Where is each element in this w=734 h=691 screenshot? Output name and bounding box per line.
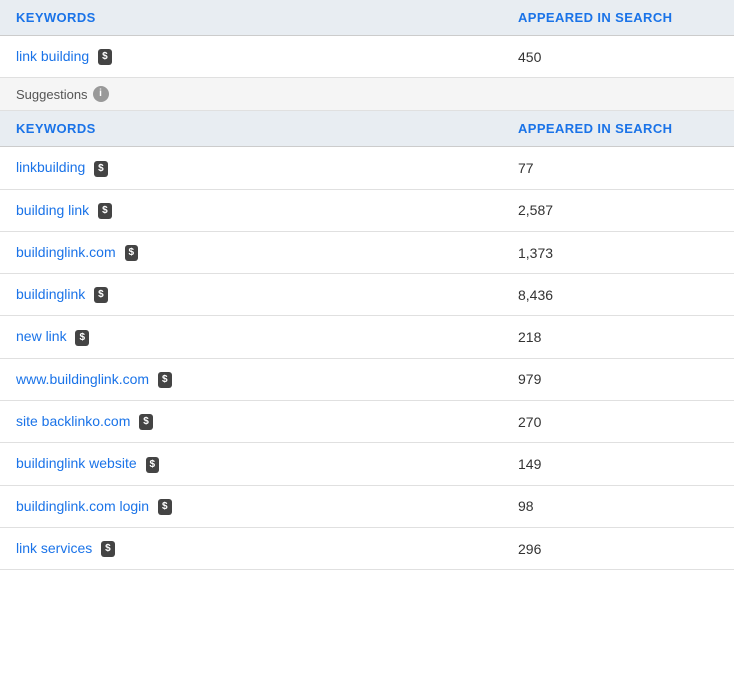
suggestions-table-header: KEYWORDS APPEARED IN SEARCH: [0, 111, 734, 147]
keyword-cell: www.buildinglink.com $: [16, 371, 518, 388]
dollar-badge: $: [125, 245, 139, 261]
keyword-link[interactable]: site backlinko.com: [16, 413, 130, 429]
dollar-badge: $: [75, 330, 89, 346]
keyword-cell: link services $: [16, 540, 518, 557]
table-row: buildinglink $ 8,436: [0, 274, 734, 316]
table-row: new link $ 218: [0, 316, 734, 358]
suggestions-row: Suggestions i: [0, 78, 734, 111]
keyword-link[interactable]: buildinglink.com: [16, 244, 116, 260]
main-rows-container: link building $ 450: [0, 36, 734, 78]
dollar-badge: $: [101, 541, 115, 557]
keyword-link[interactable]: link building: [16, 48, 89, 64]
keyword-cell: site backlinko.com $: [16, 413, 518, 430]
table-row: buildinglink.com login $ 98: [0, 486, 734, 528]
table-row: www.buildinglink.com $ 979: [0, 359, 734, 401]
dollar-badge: $: [158, 499, 172, 515]
main-table: KEYWORDS APPEARED IN SEARCH link buildin…: [0, 0, 734, 570]
appeared-cell: 149: [518, 456, 718, 472]
suggestions-appeared-header: APPEARED IN SEARCH: [518, 121, 718, 136]
keyword-cell: buildinglink.com login $: [16, 498, 518, 515]
dollar-badge: $: [94, 287, 108, 303]
dollar-badge: $: [98, 49, 112, 65]
table-row: building link $ 2,587: [0, 190, 734, 232]
info-icon[interactable]: i: [93, 86, 109, 102]
keyword-link[interactable]: link services: [16, 540, 92, 556]
keyword-link[interactable]: buildinglink.com login: [16, 498, 149, 514]
appeared-cell: 270: [518, 414, 718, 430]
table-row: link building $ 450: [0, 36, 734, 78]
keyword-link[interactable]: new link: [16, 328, 67, 344]
keyword-cell: linkbuilding $: [16, 159, 518, 176]
table-row: linkbuilding $ 77: [0, 147, 734, 189]
table-row: link services $ 296: [0, 528, 734, 570]
keyword-cell: buildinglink.com $: [16, 244, 518, 261]
appeared-cell: 296: [518, 541, 718, 557]
appeared-cell: 2,587: [518, 202, 718, 218]
appeared-cell: 218: [518, 329, 718, 345]
dollar-badge: $: [158, 372, 172, 388]
dollar-badge: $: [94, 161, 108, 177]
keyword-cell: link building $: [16, 48, 518, 65]
main-keywords-header: KEYWORDS: [16, 10, 518, 25]
suggestions-label: Suggestions: [16, 87, 88, 102]
keyword-link[interactable]: www.buildinglink.com: [16, 371, 149, 387]
keyword-cell: new link $: [16, 328, 518, 345]
appeared-cell: 1,373: [518, 245, 718, 261]
appeared-cell: 98: [518, 498, 718, 514]
suggestions-keywords-header: KEYWORDS: [16, 121, 518, 136]
keyword-cell: buildinglink website $: [16, 455, 518, 472]
keyword-link[interactable]: buildinglink website: [16, 455, 137, 471]
keyword-link[interactable]: building link: [16, 202, 89, 218]
table-row: site backlinko.com $ 270: [0, 401, 734, 443]
main-table-header: KEYWORDS APPEARED IN SEARCH: [0, 0, 734, 36]
dollar-badge: $: [139, 414, 153, 430]
keyword-cell: buildinglink $: [16, 286, 518, 303]
keyword-link[interactable]: buildinglink: [16, 286, 85, 302]
appeared-cell: 450: [518, 49, 718, 65]
dollar-badge: $: [146, 457, 160, 473]
suggestions-rows-container: linkbuilding $ 77 building link $ 2,587 …: [0, 147, 734, 570]
appeared-cell: 8,436: [518, 287, 718, 303]
main-appeared-header: APPEARED IN SEARCH: [518, 10, 718, 25]
table-row: buildinglink website $ 149: [0, 443, 734, 485]
table-row: buildinglink.com $ 1,373: [0, 232, 734, 274]
appeared-cell: 77: [518, 160, 718, 176]
appeared-cell: 979: [518, 371, 718, 387]
dollar-badge: $: [98, 203, 112, 219]
keyword-link[interactable]: linkbuilding: [16, 159, 85, 175]
keyword-cell: building link $: [16, 202, 518, 219]
